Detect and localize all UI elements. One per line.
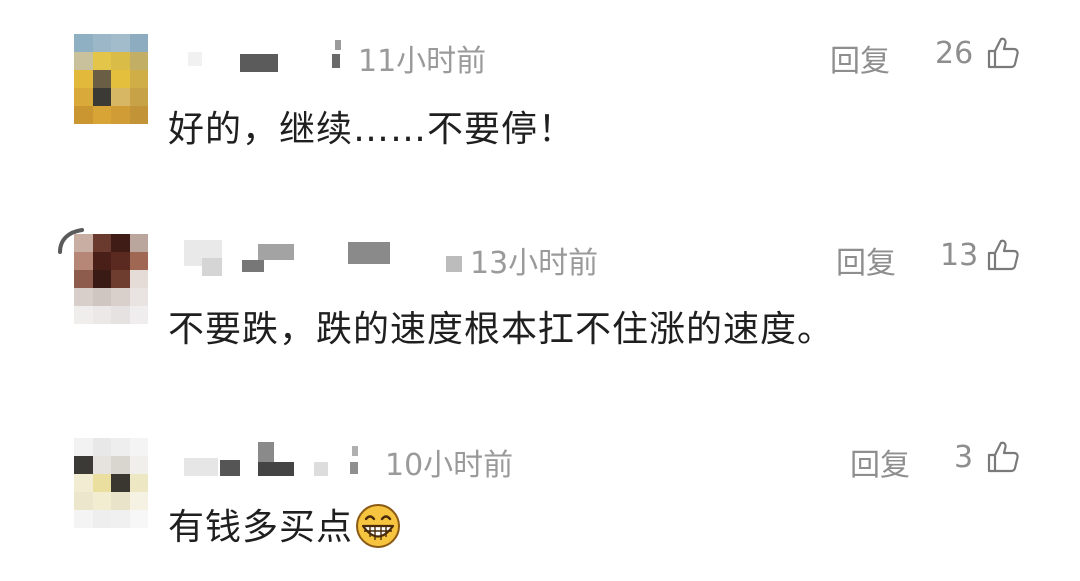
comment-text-row: 有钱多买点 bbox=[168, 498, 401, 550]
grinning-face-emoji-icon bbox=[356, 504, 401, 548]
comment-time: 10小时前 bbox=[385, 448, 514, 483]
comment-item: 10小时前 回复 3 有钱多买点 bbox=[0, 0, 1080, 581]
thumbs-up-icon[interactable] bbox=[986, 440, 1020, 474]
username-blurred[interactable] bbox=[180, 432, 380, 492]
like-count: 3 bbox=[954, 440, 974, 475]
comment-text: 有钱多买点 bbox=[168, 507, 354, 548]
reply-button[interactable]: 回复 bbox=[850, 440, 910, 484]
avatar[interactable] bbox=[74, 438, 148, 528]
